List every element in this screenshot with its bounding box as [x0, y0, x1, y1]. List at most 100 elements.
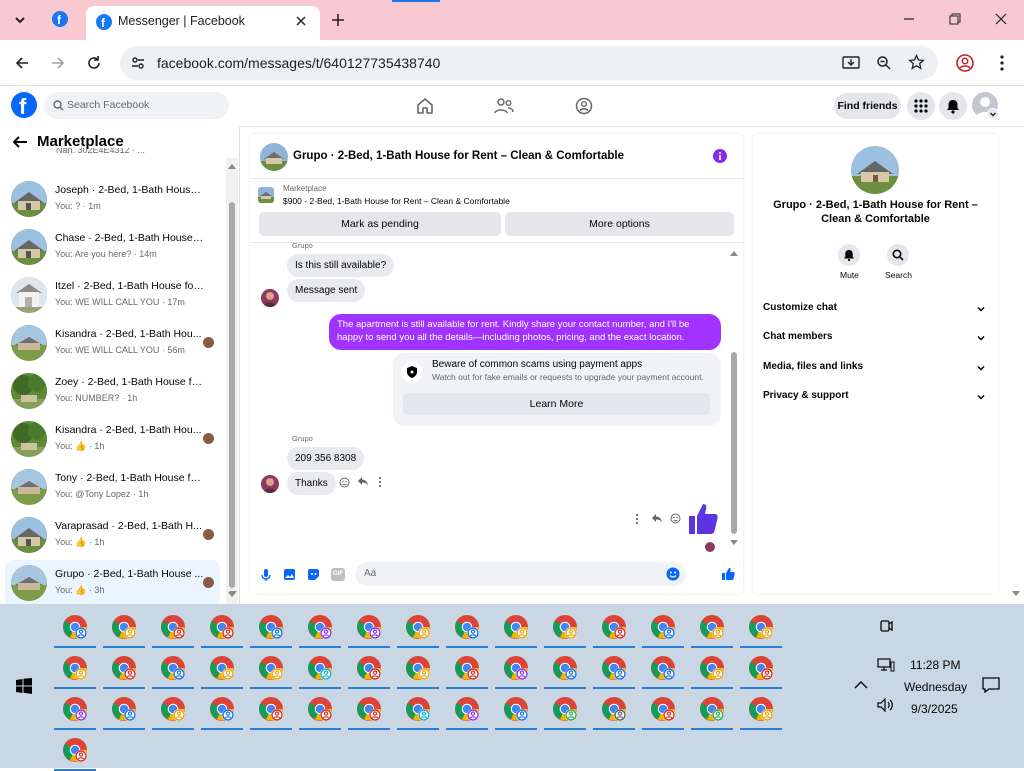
incoming-message[interactable]: 209 356 8308 [287, 447, 365, 470]
facebook-logo-icon[interactable]: f [11, 92, 37, 118]
facebook-tab-icon[interactable]: f [52, 11, 68, 27]
find-friends-button[interactable]: Find friends [834, 93, 901, 119]
close-tab-icon[interactable] [294, 14, 308, 28]
incoming-message[interactable]: Is this still available? [287, 254, 395, 277]
chrome-profile-icon[interactable] [699, 696, 725, 722]
chrome-profile-icon[interactable] [258, 614, 284, 640]
forward-icon[interactable] [50, 55, 66, 71]
sticker-icon[interactable] [307, 568, 320, 581]
chrome-profile-icon[interactable] [307, 614, 333, 640]
chrome-profile-icon[interactable] [748, 614, 774, 640]
emoji-icon[interactable] [666, 567, 680, 581]
chat-scroll-thumb[interactable] [731, 352, 737, 534]
chrome-profile-icon[interactable] [699, 614, 725, 640]
mute-button[interactable] [838, 244, 860, 266]
chrome-profile-icon[interactable] [748, 655, 774, 681]
sender-avatar[interactable] [261, 289, 279, 307]
outgoing-message[interactable]: The apartment is still available for ren… [329, 314, 721, 350]
chrome-profile-icon[interactable] [111, 696, 137, 722]
page-scroll-down-icon[interactable] [1012, 591, 1020, 597]
clock-time[interactable]: 11:28 PM [910, 658, 960, 672]
chrome-profile-icon[interactable] [601, 655, 627, 681]
scroll-down-icon[interactable] [730, 540, 738, 546]
chrome-profile-icon[interactable] [405, 655, 431, 681]
chrome-profile-icon[interactable] [552, 614, 578, 640]
incoming-message[interactable]: Thanks [287, 472, 336, 495]
facebook-search-box[interactable]: Search Facebook [44, 92, 229, 119]
reply-icon[interactable] [651, 513, 663, 524]
sidebar-scroll-down-icon[interactable] [229, 591, 237, 597]
install-app-icon[interactable] [842, 55, 860, 71]
details-section[interactable]: Privacy & support [763, 390, 988, 410]
send-like-icon[interactable] [721, 567, 735, 581]
microphone-icon[interactable] [260, 568, 272, 582]
reload-icon[interactable] [86, 55, 102, 71]
conversation-item[interactable]: Tony · 2-Bed, 1-Bath House for ... You: @… [5, 464, 220, 511]
meet-now-icon[interactable] [878, 618, 894, 634]
chrome-profile-icon[interactable] [601, 696, 627, 722]
chrome-profile-icon[interactable] [552, 696, 578, 722]
gif-icon[interactable]: GIF [331, 568, 345, 581]
scroll-up-icon[interactable] [730, 250, 738, 256]
profile-icon[interactable] [956, 54, 974, 72]
chrome-profile-icon[interactable] [356, 655, 382, 681]
chrome-profile-icon[interactable] [160, 696, 186, 722]
new-tab-icon[interactable] [330, 12, 346, 28]
account-chevron-icon[interactable] [987, 108, 999, 120]
chrome-profile-icon[interactable] [503, 614, 529, 640]
chrome-profile-icon[interactable] [160, 614, 186, 640]
more-options-button[interactable]: More options [505, 212, 734, 236]
chrome-profile-icon[interactable] [454, 614, 480, 640]
chrome-profile-icon[interactable] [160, 655, 186, 681]
chrome-profile-icon[interactable] [62, 737, 88, 763]
browser-menu-icon[interactable] [994, 54, 1010, 72]
sender-avatar[interactable] [261, 475, 279, 493]
chrome-profile-icon[interactable] [454, 696, 480, 722]
tab-messenger[interactable]: f Messenger | Facebook [86, 6, 320, 40]
chrome-profile-icon[interactable] [356, 696, 382, 722]
chrome-profile-icon[interactable] [209, 655, 235, 681]
search-conversation-button[interactable] [887, 244, 909, 266]
chrome-profile-icon[interactable] [405, 614, 431, 640]
zoom-out-icon[interactable] [876, 55, 892, 71]
listing-title[interactable]: $900 - 2-Bed, 1-Bath House for Rent – Cl… [283, 196, 510, 206]
bookmark-star-icon[interactable] [908, 54, 925, 71]
windows-start-icon[interactable] [16, 678, 32, 694]
chrome-profile-icon[interactable] [258, 696, 284, 722]
conversation-item[interactable]: Kisandra · 2-Bed, 1-Bath Hou... You: WE W… [5, 320, 220, 367]
chrome-profile-icon[interactable] [62, 614, 88, 640]
chrome-profile-icon[interactable] [209, 614, 235, 640]
minimize-icon[interactable] [902, 12, 916, 26]
friends-icon[interactable] [494, 97, 514, 115]
chrome-profile-icon[interactable] [307, 696, 333, 722]
chrome-profile-icon[interactable] [454, 655, 480, 681]
details-section[interactable]: Customize chat [763, 302, 988, 322]
conversation-item[interactable]: Chase · 2-Bed, 1-Bath House fo... You: Ar… [5, 224, 220, 271]
tab-search-button[interactable] [12, 12, 28, 28]
chat-scrollbar[interactable] [728, 247, 740, 549]
more-actions-icon[interactable] [378, 476, 382, 488]
network-icon[interactable] [877, 658, 895, 672]
message-input[interactable]: Aa [355, 562, 686, 586]
chrome-profile-icon[interactable] [258, 655, 284, 681]
back-icon[interactable] [14, 55, 30, 71]
clock-day[interactable]: Wednesday [904, 680, 967, 694]
chrome-profile-icon[interactable] [552, 655, 578, 681]
address-bar[interactable]: facebook.com/messages/t/640127735438740 [120, 46, 938, 80]
sent-like-icon[interactable] [687, 502, 721, 536]
chrome-profile-icon[interactable] [699, 655, 725, 681]
conversation-item[interactable]: Itzel · 2-Bed, 1-Bath House for ... You: … [5, 272, 220, 319]
tray-expand-icon[interactable] [854, 680, 868, 690]
chrome-profile-icon[interactable] [111, 614, 137, 640]
more-actions-icon[interactable] [635, 513, 639, 525]
reply-icon[interactable] [357, 476, 369, 487]
scroll-up-icon[interactable] [228, 163, 236, 169]
conversation-item[interactable]: Kisandra · 2-Bed, 1-Bath Hou... You: 👍 · … [5, 416, 220, 463]
clock-date[interactable]: 9/3/2025 [911, 702, 958, 716]
chrome-profile-icon[interactable] [356, 614, 382, 640]
chrome-profile-icon[interactable] [62, 696, 88, 722]
chrome-profile-icon[interactable] [111, 655, 137, 681]
chrome-profile-icon[interactable] [307, 655, 333, 681]
site-info-icon[interactable] [130, 55, 146, 71]
notifications-center-icon[interactable] [982, 677, 1000, 693]
